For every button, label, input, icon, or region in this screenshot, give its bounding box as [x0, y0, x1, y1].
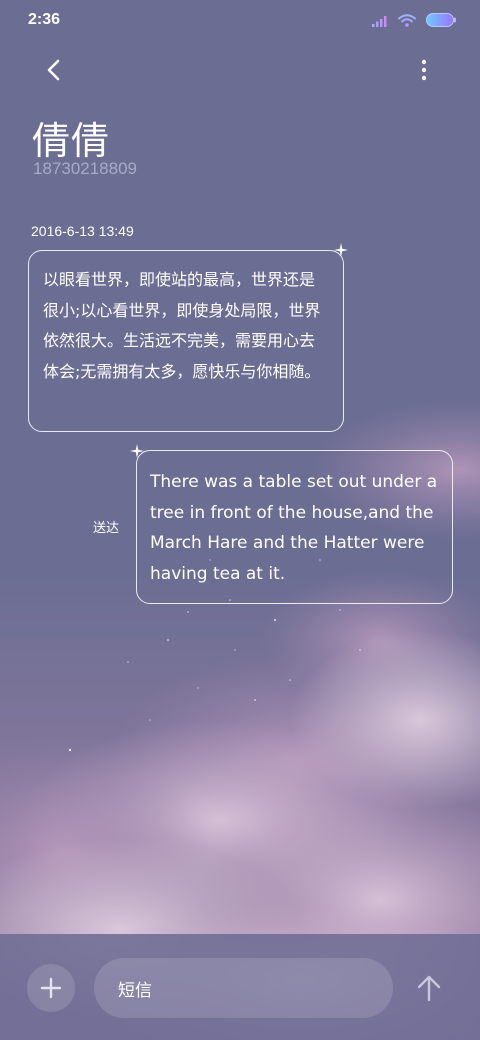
message-input-placeholder: 短信: [118, 980, 152, 1001]
contact-number: 18730218809: [33, 159, 138, 178]
wifi-icon: [398, 12, 416, 31]
sparkle-icon: [334, 243, 348, 257]
plus-icon: [40, 977, 62, 999]
messaging-screen: 2:36 倩倩 18730218809 2016-6-13 13:49 以眼看世…: [0, 0, 480, 1040]
status-time: 2:36: [28, 11, 61, 28]
back-button[interactable]: [36, 52, 72, 88]
message-input[interactable]: 短信: [94, 958, 393, 1018]
message-text: 以眼看世界，即使站的最高，世界还是很小;以心看世界，即使身处局限，世界依然很大。…: [43, 270, 321, 381]
signal-icon: [372, 12, 388, 31]
incoming-message-bubble[interactable]: 以眼看世界，即使站的最高，世界还是很小;以心看世界，即使身处局限，世界依然很大。…: [28, 250, 344, 432]
contact-name: 倩倩: [32, 119, 111, 163]
sparkle-icon: [130, 444, 144, 458]
status-bar: 2:36: [0, 0, 480, 40]
arrow-up-icon: [417, 975, 441, 1002]
add-attachment-button[interactable]: [27, 964, 75, 1012]
more-vertical-icon: [421, 59, 427, 81]
send-button[interactable]: [410, 968, 448, 1008]
more-options-button[interactable]: [408, 52, 440, 88]
chevron-left-icon: [47, 59, 60, 81]
status-icons: [372, 12, 456, 31]
message-text: There was a table set out under a tree i…: [150, 472, 438, 584]
battery-icon: [426, 12, 456, 31]
delivery-status: 送达: [93, 521, 120, 536]
outgoing-message-bubble[interactable]: There was a table set out under a tree i…: [136, 450, 453, 604]
message-timestamp: 2016-6-13 13:49: [31, 223, 134, 239]
